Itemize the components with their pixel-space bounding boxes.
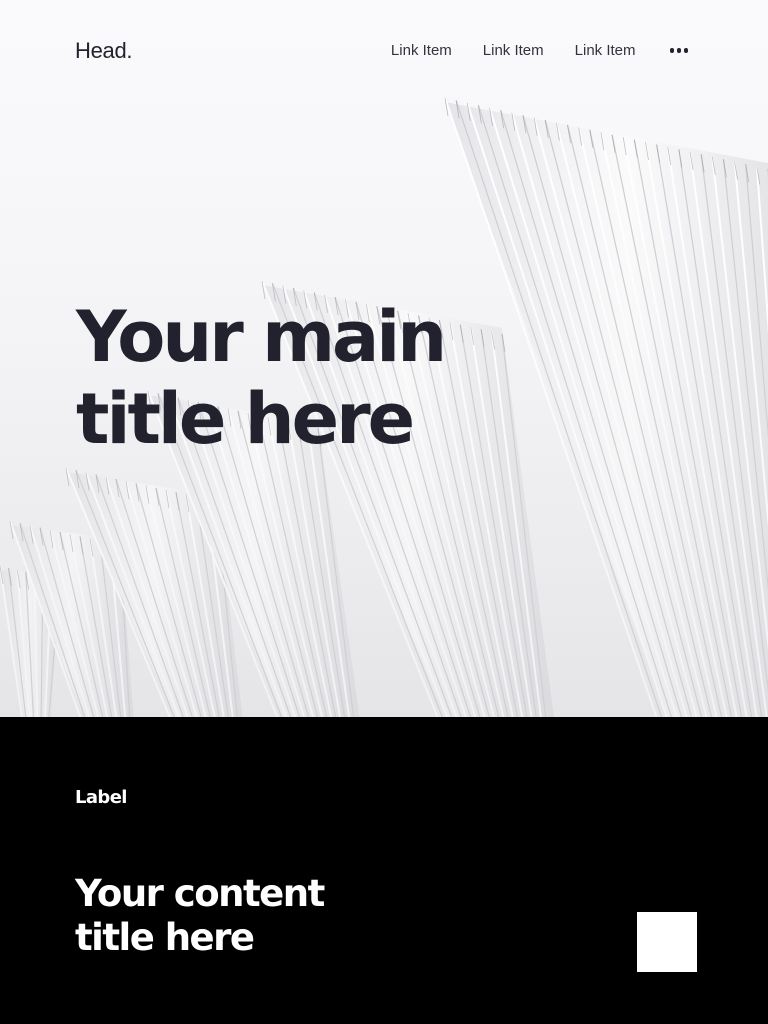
more-horizontal-icon[interactable] — [669, 44, 688, 57]
content-title: Your content title here — [75, 872, 375, 960]
nav-link-1[interactable]: Link Item — [391, 42, 452, 59]
hero-title: Your main title here — [76, 296, 496, 460]
section-label: Label — [75, 787, 127, 808]
hero-section: Head. Link Item Link Item Link Item Your… — [0, 0, 768, 717]
nav-link-3[interactable]: Link Item — [575, 42, 636, 59]
hero-title-line-1: Your main — [76, 296, 447, 378]
nav-links: Link Item Link Item Link Item — [391, 42, 688, 59]
content-title-line-2: title here — [75, 916, 255, 959]
navbar: Head. Link Item Link Item Link Item — [0, 0, 768, 110]
content-section: Label Your content title here — [0, 717, 768, 1024]
brand-logo[interactable]: Head. — [75, 38, 133, 64]
white-square-block — [637, 912, 697, 972]
nav-link-2[interactable]: Link Item — [483, 42, 544, 59]
content-title-line-1: Your content — [75, 872, 325, 915]
hero-title-line-2: title here — [76, 378, 415, 460]
